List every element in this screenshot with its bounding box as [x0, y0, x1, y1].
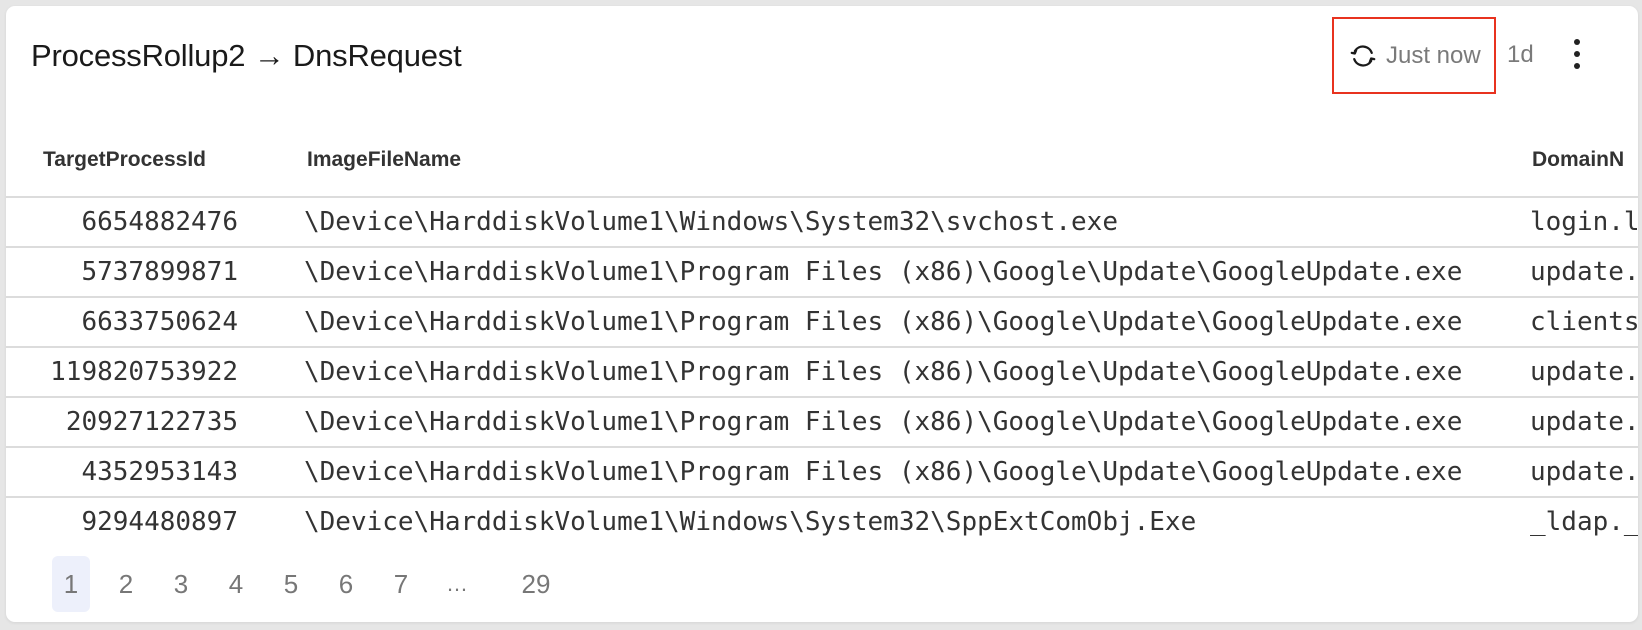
page-ellipsis: …	[446, 571, 468, 596]
cell-target-process-id: 20927122735	[65, 407, 238, 437]
panel-card: ProcessRollup2 → DnsRequest Just now 1d …	[6, 6, 1638, 622]
page-button[interactable]: 5	[272, 556, 310, 612]
table-row[interactable]: 9294480897 \Device\HarddiskVolume1\Windo…	[6, 498, 1638, 546]
cell-image-file-name: \Device\HarddiskVolume1\Program Files (x…	[304, 257, 1463, 287]
table-row[interactable]: 20927122735 \Device\HarddiskVolume1\Prog…	[6, 398, 1638, 448]
table-row[interactable]: 6654882476 \Device\HarddiskVolume1\Windo…	[6, 198, 1638, 248]
page-button[interactable]: 3	[162, 556, 200, 612]
pagination: 1 2 3 4 5 6 7 … 29	[52, 556, 575, 612]
cell-target-process-id: 119820753922	[50, 357, 238, 387]
cell-domain-name: update.	[1530, 257, 1638, 287]
time-range-button[interactable]: 1d	[1507, 41, 1534, 69]
cell-target-process-id: 4352953143	[81, 457, 238, 487]
panel-toolbar: Just now 1d	[6, 17, 1638, 94]
last-refreshed-label: Just now	[1386, 41, 1481, 69]
page-button[interactable]: 7	[382, 556, 420, 612]
cell-domain-name: clients	[1530, 307, 1638, 337]
cell-image-file-name: \Device\HarddiskVolume1\Program Files (x…	[304, 457, 1463, 487]
cell-domain-name: update.	[1530, 457, 1638, 487]
cell-domain-name: _ldap._	[1530, 507, 1638, 537]
page-button[interactable]: 2	[107, 556, 145, 612]
cell-target-process-id: 6654882476	[81, 207, 238, 237]
refresh-button[interactable]: Just now	[1332, 17, 1496, 94]
table-row[interactable]: 5737899871 \Device\HarddiskVolume1\Progr…	[6, 248, 1638, 298]
kebab-menu-icon[interactable]	[1565, 39, 1589, 69]
table-row[interactable]: 4352953143 \Device\HarddiskVolume1\Progr…	[6, 448, 1638, 498]
cell-image-file-name: \Device\HarddiskVolume1\Windows\System32…	[304, 507, 1197, 537]
page-button[interactable]: 6	[327, 556, 365, 612]
cell-image-file-name: \Device\HarddiskVolume1\Program Files (x…	[304, 307, 1463, 337]
page-button-current[interactable]: 1	[52, 556, 90, 612]
cell-image-file-name: \Device\HarddiskVolume1\Program Files (x…	[304, 357, 1463, 387]
cell-target-process-id: 6633750624	[81, 307, 238, 337]
cell-domain-name: update.	[1530, 357, 1638, 387]
table-body: 6654882476 \Device\HarddiskVolume1\Windo…	[6, 198, 1638, 546]
cell-target-process-id: 5737899871	[81, 257, 238, 287]
page-button[interactable]: 4	[217, 556, 255, 612]
refresh-icon	[1348, 41, 1378, 71]
column-header-domain-name[interactable]: DomainN	[1532, 148, 1624, 172]
table-row[interactable]: 6633750624 \Device\HarddiskVolume1\Progr…	[6, 298, 1638, 348]
cell-domain-name: login.l	[1530, 207, 1638, 237]
results-table: TargetProcessId ImageFileName DomainN 66…	[6, 120, 1638, 546]
table-row[interactable]: 119820753922 \Device\HarddiskVolume1\Pro…	[6, 348, 1638, 398]
column-header-target-process-id[interactable]: TargetProcessId	[43, 148, 206, 172]
cell-domain-name: update.	[1530, 407, 1638, 437]
page-button-last[interactable]: 29	[514, 556, 558, 612]
cell-image-file-name: \Device\HarddiskVolume1\Program Files (x…	[304, 407, 1463, 437]
cell-target-process-id: 9294480897	[81, 507, 238, 537]
column-header-image-file-name[interactable]: ImageFileName	[307, 148, 461, 172]
table-header: TargetProcessId ImageFileName DomainN	[6, 120, 1638, 198]
cell-image-file-name: \Device\HarddiskVolume1\Windows\System32…	[304, 207, 1118, 237]
